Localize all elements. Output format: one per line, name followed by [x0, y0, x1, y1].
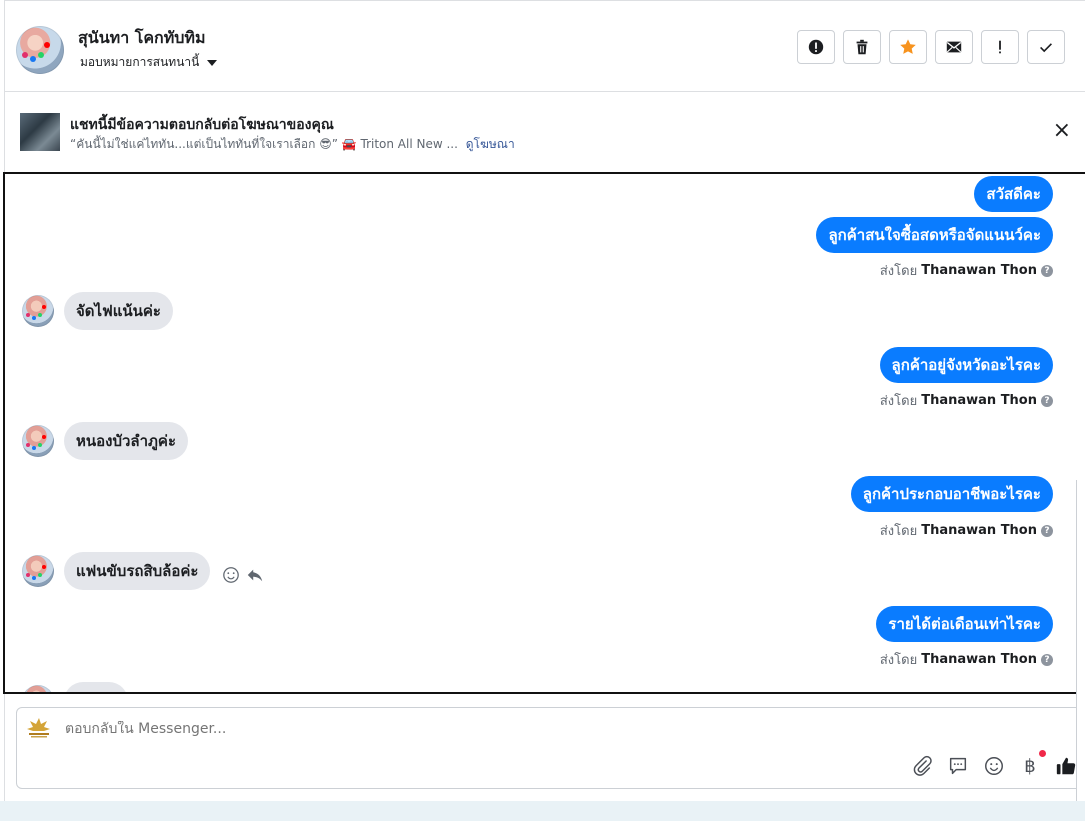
ad-thumbnail[interactable] [20, 113, 60, 151]
incoming-message-row: แฟนขับรถสิบล้อค่ะ [22, 552, 264, 590]
contact-avatar-small [22, 295, 54, 327]
delete-button[interactable] [843, 30, 881, 64]
contact-avatar-small [22, 425, 54, 457]
sent-by-prefix: ส่งโดย [879, 524, 918, 539]
sent-by-prefix: ส่งโดย [879, 394, 918, 409]
saved-replies-button[interactable] [946, 754, 970, 778]
saved-reply-icon [949, 757, 967, 775]
outgoing-message[interactable]: ลูกค้าสนใจซื้อสดหรือจัดแนนว์คะ [816, 217, 1053, 253]
incoming-message[interactable]: แฟนขับรถสิบล้อค่ะ [64, 552, 211, 590]
paperclip-icon [913, 755, 932, 776]
emoji-icon [985, 757, 1003, 775]
assign-conversation-dropdown[interactable]: มอบหมายการสนทนานี้ [80, 53, 218, 72]
baht-icon: ฿ [1024, 755, 1036, 777]
follow-up-button[interactable] [981, 30, 1019, 64]
sent-by-prefix: ส่งโดย [879, 653, 918, 668]
check-icon [1040, 43, 1052, 53]
outgoing-message[interactable]: ลูกค้าอยู่จังหวัดอะไรคะ [879, 347, 1053, 383]
sent-by-label: ส่งโดย Thanawan Thon ? [880, 520, 1053, 541]
conversation-header: สุนันทา โคกทับทิม มอบหมายการสนทนานี้ [5, 5, 1085, 92]
sent-by-prefix: ส่งโดย [879, 264, 918, 279]
reply-composer: ฿ [16, 707, 1085, 789]
contact-avatar-small [22, 685, 54, 692]
envelope-icon [946, 41, 962, 53]
help-icon[interactable]: ? [1041, 264, 1053, 277]
message-hover-tools [222, 566, 264, 584]
sender-name: Thanawan Thon [921, 393, 1037, 408]
incoming-message-row-partial [22, 682, 128, 692]
star-icon [900, 39, 916, 54]
help-icon[interactable]: ? [1041, 653, 1053, 666]
message-thread[interactable]: สวัสดีคะ ลูกค้าสนใจซื้อสดหรือจัดแนนว์คะ … [3, 172, 1085, 694]
page-footer-strip [0, 801, 1085, 821]
help-icon[interactable]: ? [1041, 524, 1053, 537]
thumbs-up-icon [1056, 757, 1076, 775]
caret-down-icon [207, 59, 218, 66]
alert-circle-icon [808, 39, 824, 55]
incoming-message[interactable]: หนองบัวลำภูค่ะ [64, 422, 189, 460]
incoming-message-row: หนองบัวลำภูค่ะ [22, 422, 189, 460]
ad-banner-title: แชทนี้มีข้อความตอบกลับต่อโฆษณาของคุณ [70, 117, 334, 133]
incoming-message-row: จัดไฟแน้นค่ะ [22, 292, 173, 330]
react-emoji-icon[interactable] [222, 566, 240, 584]
reply-icon[interactable] [246, 566, 264, 584]
star-button[interactable] [889, 30, 927, 64]
like-button[interactable] [1054, 754, 1078, 778]
contact-avatar-small [22, 555, 54, 587]
mark-unread-button[interactable] [935, 30, 973, 64]
close-banner-button[interactable]: × [1053, 120, 1071, 142]
sender-name: Thanawan Thon [921, 263, 1037, 278]
notification-dot [1039, 750, 1046, 757]
sent-by-label: ส่งโดย Thanawan Thon ? [880, 260, 1053, 281]
side-panel-edge [1076, 480, 1085, 810]
mark-spam-button[interactable] [797, 30, 835, 64]
assign-label: มอบหมายการสนทนานี้ [80, 55, 200, 69]
outgoing-message[interactable]: รายได้ต่อเดือนเท่าไรคะ [876, 606, 1053, 642]
outgoing-message[interactable]: ลูกค้าประกอบอาชีพอะไรคะ [850, 476, 1053, 512]
emoji-button[interactable] [982, 754, 1006, 778]
ad-snippet-line: “คันนี้ไม่ใช่แค่ไททัน...แต่เป็นไททันที่ใ… [70, 135, 515, 154]
ad-reply-banner: แชทนี้มีข้อความตอบกลับต่อโฆษณาของคุณ “คั… [5, 93, 1085, 171]
payment-button[interactable]: ฿ [1018, 750, 1046, 778]
header-actions [797, 30, 1065, 64]
ad-snippet: “คันนี้ไม่ใช่แค่ไททัน...แต่เป็นไททันที่ใ… [70, 137, 458, 151]
message-input[interactable] [65, 721, 665, 737]
sent-by-label: ส่งโดย Thanawan Thon ? [880, 649, 1053, 670]
page-logo-icon [27, 718, 50, 738]
exclamation-icon [999, 40, 1001, 54]
trash-icon [856, 39, 868, 55]
view-ad-link[interactable]: ดูโฆษณา [466, 137, 515, 151]
mark-done-button[interactable] [1027, 30, 1065, 64]
incoming-message[interactable]: จัดไฟแน้นค่ะ [64, 292, 173, 330]
attach-button[interactable] [910, 754, 934, 778]
help-icon[interactable]: ? [1041, 394, 1053, 407]
outgoing-message[interactable]: สวัสดีคะ [974, 176, 1053, 212]
contact-name[interactable]: สุนันทา โคกทับทิม [78, 26, 206, 51]
incoming-message-partial[interactable] [64, 682, 128, 692]
sent-by-label: ส่งโดย Thanawan Thon ? [880, 390, 1053, 411]
sender-name: Thanawan Thon [921, 523, 1037, 538]
composer-toolbar: ฿ [910, 750, 1078, 778]
sender-name: Thanawan Thon [921, 652, 1037, 667]
contact-avatar[interactable] [16, 26, 64, 74]
